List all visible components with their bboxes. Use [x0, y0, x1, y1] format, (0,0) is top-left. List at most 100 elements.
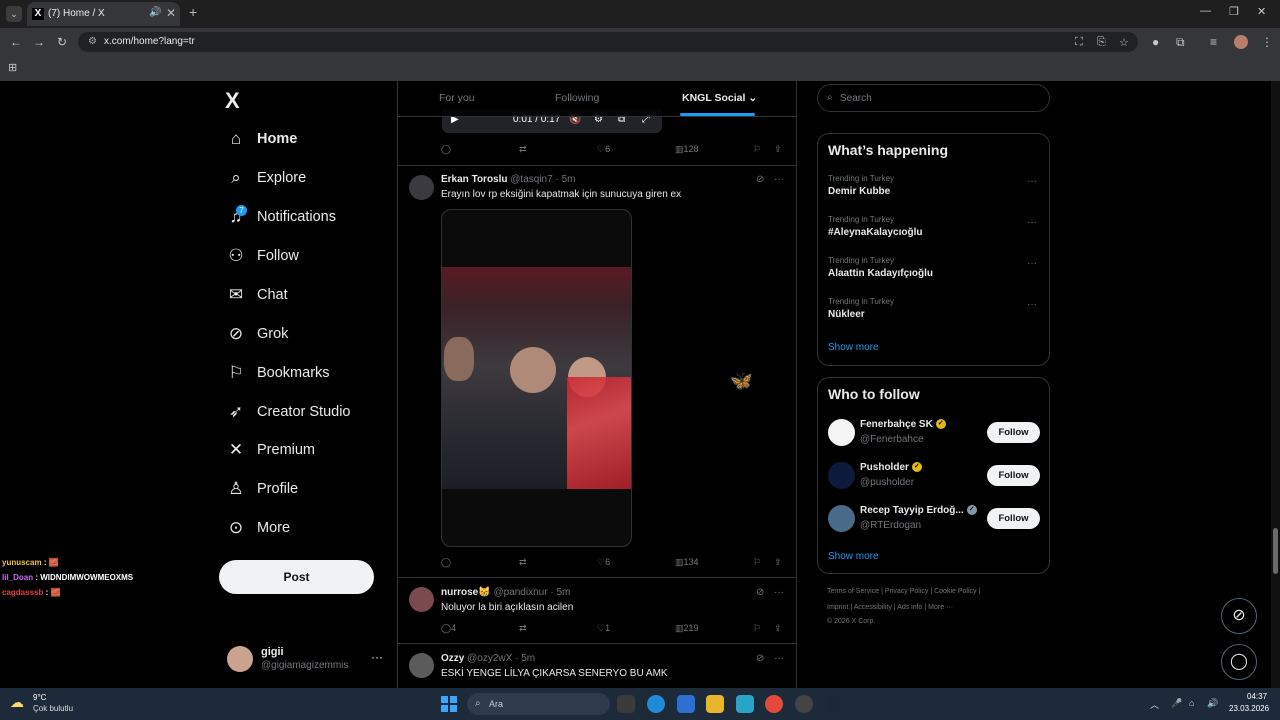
reload-icon[interactable]: ↻ — [57, 35, 67, 49]
like-button[interactable]: ♡ 6 — [597, 144, 610, 155]
sidebar-item-grok[interactable]: ⊘ Grok — [227, 322, 289, 346]
more-icon[interactable]: ··· — [371, 650, 383, 664]
more-icon[interactable]: ··· — [774, 174, 784, 185]
sidebar-item-chat[interactable]: ✉ Chat — [227, 283, 288, 307]
profile-avatar-icon[interactable] — [1234, 35, 1248, 49]
address-bar[interactable]: ⚙ x.com/home?lang=tr ⛶ ⎘ ☆ — [78, 32, 1138, 52]
tab-kngl-social[interactable]: KNGL Social ⌄ — [682, 92, 757, 104]
mic-icon[interactable]: 🎤 — [1171, 698, 1182, 709]
sidebar-item-bookmarks[interactable]: ⚐ Bookmarks — [227, 361, 329, 385]
avatar[interactable] — [409, 587, 434, 612]
tweet-author[interactable]: Erkan Toroslu @tasqin7 · 5m — [441, 174, 576, 185]
views-button[interactable]: ▥ 134 — [675, 557, 699, 568]
tweet-author[interactable]: Ozzy @ozy2wX · 5m — [441, 653, 535, 664]
sidebar-item-notifications[interactable]: ♫ 7 Notifications — [227, 205, 336, 229]
follow-button[interactable]: Follow — [987, 508, 1040, 529]
task-view-icon[interactable] — [617, 695, 635, 713]
back-icon[interactable]: ← — [10, 35, 22, 49]
forward-icon[interactable]: → — [33, 35, 45, 49]
extension-icon[interactable]: ● — [1152, 35, 1159, 49]
volume-icon[interactable]: 🔊 — [1207, 698, 1218, 709]
window-close-icon[interactable]: ✕ — [1257, 5, 1266, 18]
x-logo[interactable]: X — [225, 88, 240, 114]
tweet-video[interactable] — [441, 209, 632, 547]
retweet-icon[interactable]: ⇄ — [519, 144, 527, 155]
grok-icon[interactable]: ⊘ — [756, 653, 764, 664]
scroll-thumb[interactable] — [1273, 528, 1278, 574]
grok-float-button[interactable]: ⊘ — [1221, 598, 1257, 634]
tab-for-you[interactable]: For you — [439, 92, 475, 104]
trend-item[interactable]: #AleynaKalaycıoğlu — [828, 227, 922, 238]
translate-icon[interactable]: ⛶ — [1075, 36, 1083, 49]
reply-icon[interactable]: ◯ — [441, 144, 451, 155]
grok-icon[interactable]: ⊘ — [756, 174, 764, 185]
speaker-icon[interactable]: 🔊 — [149, 7, 161, 18]
site-info-icon[interactable]: ⚙ — [88, 36, 97, 47]
file-explorer-icon[interactable] — [706, 695, 724, 713]
more-icon[interactable]: ··· — [1027, 258, 1037, 269]
retweet-icon[interactable]: ⇄ — [519, 623, 527, 634]
sidebar-item-explore[interactable]: ⌕ Explore — [227, 166, 306, 190]
follow-button[interactable]: Follow — [987, 422, 1040, 443]
network-icon[interactable]: ⌂ — [1189, 698, 1194, 708]
retweet-icon[interactable]: ⇄ — [519, 557, 527, 568]
sidebar-item-home[interactable]: ⌂ Home — [227, 127, 297, 151]
clock-time[interactable]: 04:37 — [1247, 692, 1267, 701]
sidebar-item-creator-studio[interactable]: ➶ Creator Studio — [227, 400, 351, 424]
account-name[interactable]: Recep Tayyip Erdoğ... ✓ — [860, 505, 977, 516]
weather-temp[interactable]: 9°C — [33, 693, 46, 702]
share-icon[interactable]: ⇪ — [774, 144, 782, 155]
show-more-link[interactable]: Show more — [828, 551, 879, 562]
reply-button[interactable]: ◯ 4 — [441, 623, 456, 634]
sidebar-item-premium[interactable]: ✕ Premium — [227, 438, 315, 462]
media-controls-icon[interactable]: ≡ — [1210, 35, 1217, 49]
tweet-author[interactable]: nurrose😸 @pandixnur · 5m — [441, 587, 570, 598]
sidebar-item-more[interactable]: ⊙ More — [227, 516, 290, 540]
share-icon[interactable]: ⇪ — [774, 623, 782, 634]
browser-tab[interactable]: X (7) Home / X 🔊 ✕ — [27, 2, 180, 26]
taskbar-search[interactable]: ⌕ Ara — [467, 693, 610, 715]
close-tab-icon[interactable]: ✕ — [166, 6, 176, 20]
avatar[interactable] — [828, 505, 855, 532]
scrollbar[interactable] — [1271, 81, 1280, 688]
install-app-icon[interactable]: ⎘ — [1097, 36, 1106, 49]
post-button[interactable]: Post — [219, 560, 374, 594]
minimize-icon[interactable]: — — [1200, 5, 1211, 17]
more-icon[interactable]: ··· — [1027, 217, 1037, 228]
show-more-link[interactable]: Show more — [828, 342, 879, 353]
grok-icon[interactable]: ⊘ — [756, 587, 764, 598]
new-tab-icon[interactable]: + — [189, 4, 197, 20]
extensions-puzzle-icon[interactable]: ⧉ — [1176, 35, 1185, 50]
more-icon[interactable]: ··· — [774, 653, 784, 664]
avatar[interactable] — [409, 653, 434, 678]
store-icon[interactable] — [677, 695, 695, 713]
app-icon[interactable] — [736, 695, 754, 713]
bookmark-icon[interactable]: ⚐ — [753, 144, 761, 155]
restore-icon[interactable]: ❐ — [1229, 5, 1239, 18]
account-name[interactable]: Fenerbahçe SK ✓ — [860, 419, 946, 430]
apps-grid-icon[interactable]: ⊞ — [8, 61, 17, 74]
clock-date[interactable]: 23.03.2026 — [1229, 704, 1269, 713]
like-button[interactable]: ♡ 6 — [597, 557, 610, 568]
account-name[interactable]: Pusholder ✓ — [860, 462, 922, 473]
trend-item[interactable]: Alaattin Kadayıfçıoğlu — [828, 268, 933, 279]
app-icon[interactable] — [795, 695, 813, 713]
more-icon[interactable]: ··· — [1027, 176, 1037, 187]
reply-icon[interactable]: ◯ — [441, 557, 451, 568]
menu-kebab-icon[interactable]: ⋮ — [1261, 35, 1273, 49]
start-button[interactable] — [441, 696, 457, 712]
footer-links[interactable]: Imprint | Accessibility | Ads info | Mor… — [827, 604, 953, 611]
follow-button[interactable]: Follow — [987, 465, 1040, 486]
cloud-icon[interactable]: ☁ — [10, 694, 24, 711]
bookmark-icon[interactable]: ⚐ — [753, 623, 761, 634]
trend-item[interactable]: Nükleer — [828, 309, 865, 320]
sidebar-item-profile[interactable]: ♙ Profile — [227, 477, 298, 501]
tab-following[interactable]: Following — [555, 92, 599, 104]
search-input[interactable]: ⌕ Search — [817, 84, 1050, 112]
avatar[interactable] — [828, 462, 855, 489]
trend-item[interactable]: Demir Kubbe — [828, 186, 890, 197]
sidebar-item-follow[interactable]: ⚇ Follow — [227, 244, 299, 268]
more-icon[interactable]: ··· — [774, 587, 784, 598]
account-switcher[interactable]: gigii @gigiamagizemmis ··· — [227, 644, 387, 676]
bookmark-icon[interactable]: ⚐ — [753, 557, 761, 568]
